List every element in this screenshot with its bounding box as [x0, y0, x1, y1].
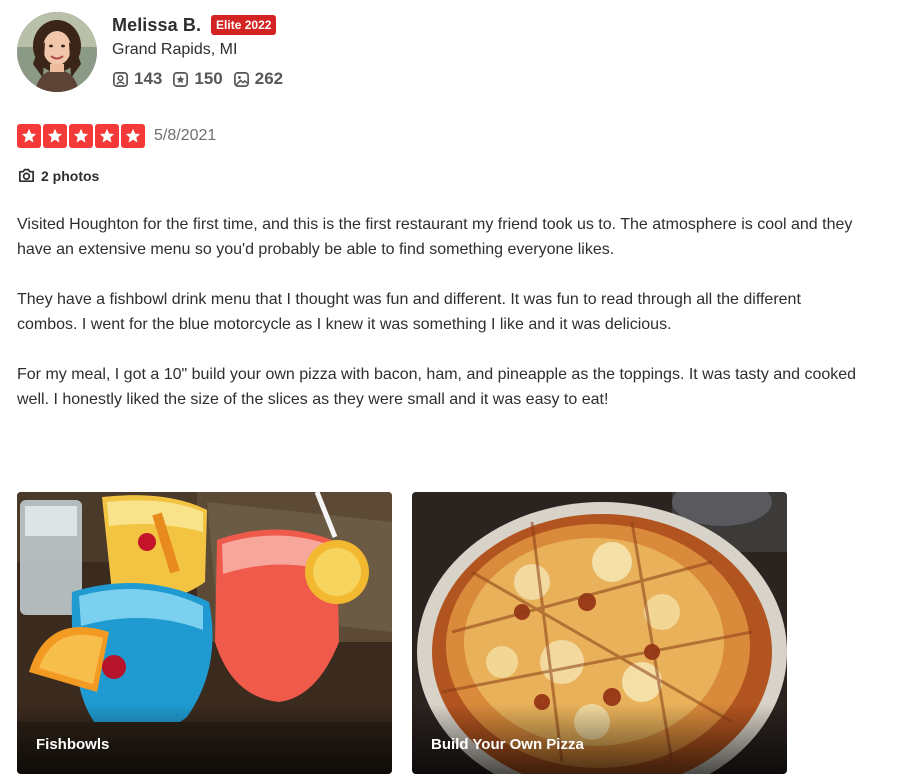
reviews-stat: 150	[172, 69, 223, 89]
user-name[interactable]: Melissa B.	[112, 15, 201, 36]
star-icon	[121, 124, 145, 148]
friends-count: 143	[134, 69, 163, 88]
user-info: Melissa B. Elite 2022 Grand Rapids, MI 1…	[112, 12, 283, 89]
camera-icon	[18, 168, 35, 183]
review-date: 5/8/2021	[154, 127, 217, 144]
user-stats: 143 150 262	[112, 69, 283, 89]
star-icon	[17, 124, 41, 148]
avatar-image	[17, 12, 97, 92]
reviews-count: 150	[194, 69, 223, 88]
star-rating	[17, 124, 145, 148]
photo-pizza[interactable]: Build Your Own Pizza	[412, 492, 787, 774]
user-location: Grand Rapids, MI	[112, 41, 238, 58]
photos-link[interactable]: 2 photos	[17, 166, 99, 185]
photos-stat: 262	[233, 69, 283, 89]
star-icon	[43, 124, 67, 148]
elite-badge[interactable]: Elite 2022	[211, 15, 277, 35]
user-name-row: Melissa B. Elite 2022	[112, 12, 283, 38]
friends-icon	[113, 71, 128, 87]
photos-count: 262	[254, 69, 284, 88]
review-paragraph: They have a fishbowl drink menu that I t…	[17, 291, 801, 333]
photo-fishbowls[interactable]: Fishbowls	[17, 492, 392, 774]
review-paragraph: For my meal, I got a 10" build your own …	[17, 366, 857, 408]
star-icon	[95, 124, 119, 148]
review-star-icon	[173, 71, 189, 87]
photo-icon	[233, 71, 249, 87]
review-text: Visited Houghton for the first time, and…	[17, 212, 857, 437]
rating-row: 5/8/2021	[17, 124, 216, 148]
photos-link-label: 2 photos	[41, 167, 100, 184]
photo-caption: Fishbowls	[36, 736, 110, 753]
review-paragraph: Visited Houghton for the first time, and…	[17, 216, 853, 258]
user-avatar[interactable]	[17, 12, 97, 92]
photo-caption: Build Your Own Pizza	[431, 736, 584, 753]
star-icon	[69, 124, 93, 148]
friends-stat: 143	[112, 69, 162, 89]
